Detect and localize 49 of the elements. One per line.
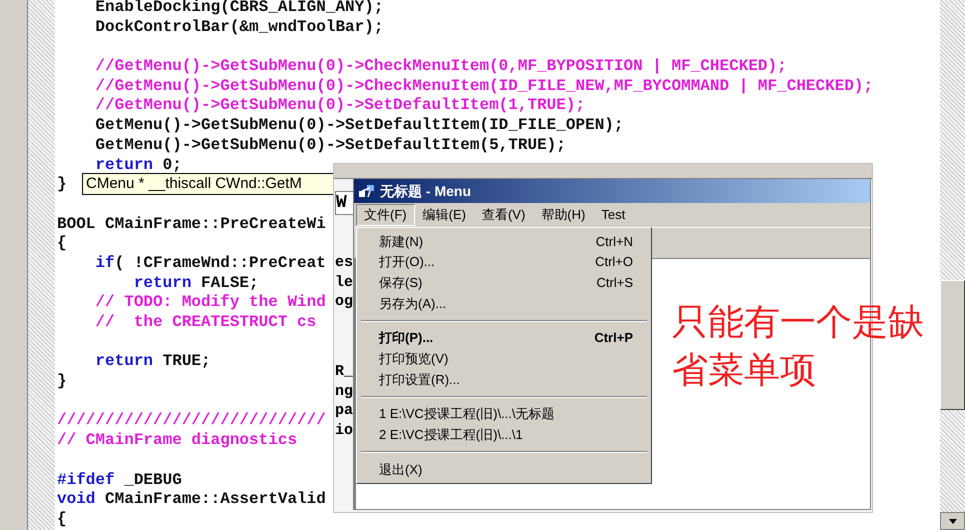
code-fragment: es — [335, 253, 354, 273]
menu-item[interactable]: 打印设置(R)... — [357, 369, 651, 390]
code-line: return TRUE; — [94, 352, 211, 372]
code-fragment: le — [335, 272, 354, 292]
code-line: void CMainFrame::AssertValid — [57, 490, 326, 510]
code-line: GetMenu()->GetSubMenu(0)->SetDefaultItem(ID_FILE_OPEN); — [94, 116, 624, 136]
code-line: #ifdef _DEBUG — [57, 470, 182, 490]
menu-bar-item[interactable]: 帮助(H) — [533, 204, 594, 226]
window-title: 无标题 - Menu — [380, 182, 471, 200]
code-line: GetMenu()->GetSubMenu(0)->SetDefaultItem(5,TRUE); — [94, 136, 566, 156]
code-line: } — [57, 175, 67, 195]
code-line: //////////////////////////// — [57, 411, 326, 432]
menu-item[interactable]: 保存(S) Ctrl+S — [357, 272, 651, 294]
code-line: { — [57, 510, 67, 530]
code-line: } — [57, 372, 67, 392]
code-line: // TODO: Modify the Wind — [94, 293, 326, 313]
code-line: return FALSE; — [132, 274, 259, 294]
menu-item[interactable]: 打印预览(V) — [357, 348, 651, 370]
scrollbar-thumb[interactable] — [940, 280, 965, 410]
down-arrow-icon — [948, 518, 956, 524]
code-line: if( !CFrameWnd::PreCreat — [94, 254, 326, 274]
text-field[interactable]: W — [335, 191, 355, 215]
code-fragment: io — [335, 421, 354, 441]
code-line: //GetMenu()->GetSubMenu(0)->CheckMenuItem(0,MF_BYPOSITION | MF_CHECKED); — [94, 57, 787, 77]
code-fragment: og — [335, 292, 354, 312]
app-icon — [358, 183, 376, 199]
code-line: return 0; — [94, 156, 182, 176]
code-fragment: R_ — [335, 362, 354, 382]
menu-item[interactable]: 退出(X) — [357, 459, 651, 480]
code-line: { — [57, 234, 67, 254]
menu-item[interactable]: 1 E:\VC授课工程(旧)\...\无标题 — [357, 404, 651, 424]
menu-bar-item[interactable]: Test — [593, 204, 634, 226]
menu-item[interactable]: 打开(O)... Ctrl+O — [357, 252, 651, 272]
menu-item[interactable]: 2 E:\VC授课工程(旧)\...\1 — [357, 424, 651, 446]
code-line: //GetMenu()->GetSubMenu(0)->SetDefaultItem(1,TRUE); — [94, 96, 586, 116]
menu-bar-item[interactable]: 查看(V) — [474, 204, 534, 226]
menu-item[interactable]: 新建(N) Ctrl+N — [357, 231, 651, 252]
code-fragment: ng — [335, 382, 354, 402]
menu-item[interactable]: 另存为(A)... — [357, 293, 651, 314]
code-line: BOOL CMainFrame::PreCreateWi — [57, 214, 326, 234]
code-line: // the CREATESTRUCT cs — [94, 313, 316, 333]
menu-bar-item[interactable]: 文件(F) — [356, 204, 415, 226]
menu-bar-item[interactable]: 编辑(E) — [414, 204, 474, 226]
code-line: // CMainFrame diagnostics — [57, 431, 298, 451]
code-line: //GetMenu()->GetSubMenu(0)->CheckMenuItem(ID_FILE_NEW,MF_BYCOMMAND | MF_CHECKED); — [94, 76, 874, 96]
scroll-down-button[interactable] — [940, 512, 965, 530]
menu-item[interactable]: 打印(P)... Ctrl+P — [357, 328, 651, 348]
code-fragment: pa — [335, 401, 354, 422]
code-line: DockControlBar(&m_wndToolBar); — [94, 18, 384, 38]
